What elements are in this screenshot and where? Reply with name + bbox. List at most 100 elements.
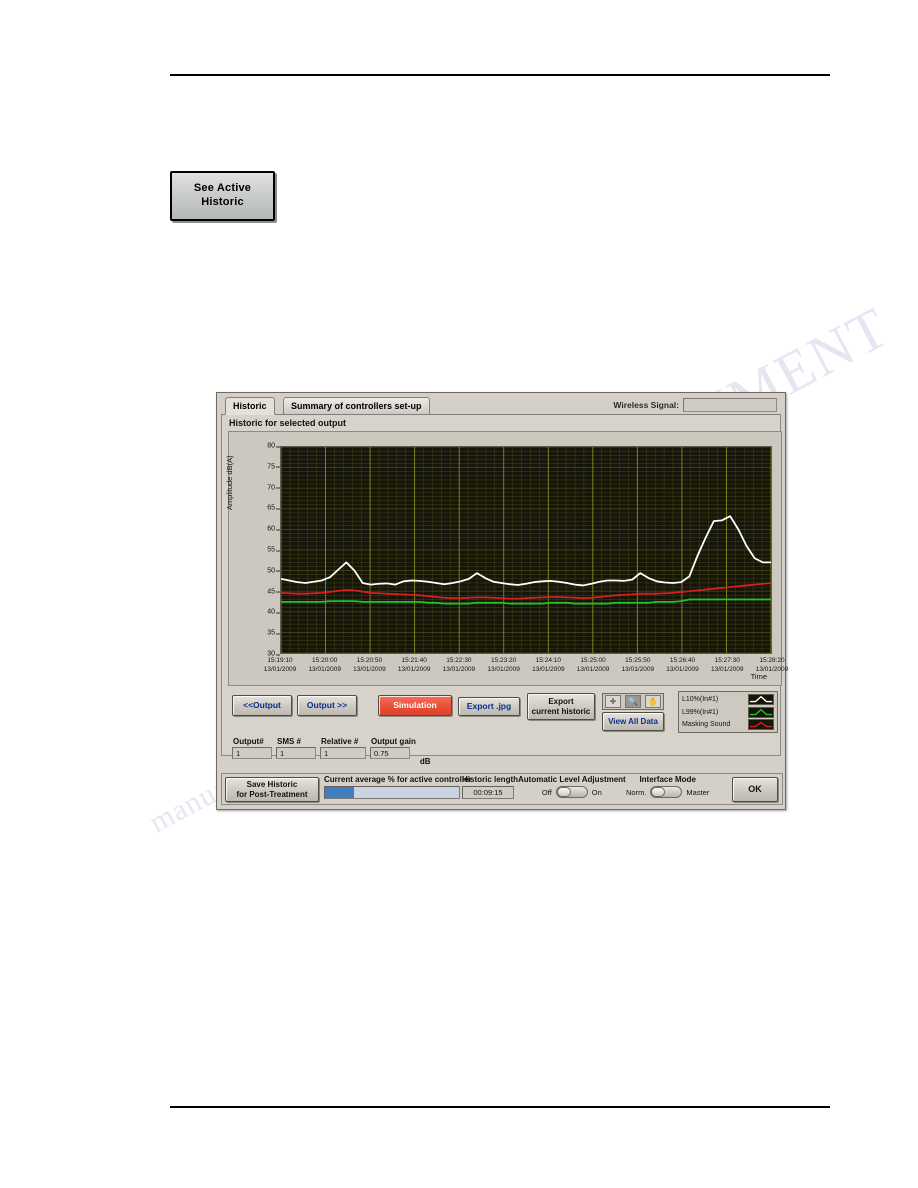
legend-swatch-l10 <box>748 694 774 705</box>
previous-output-button[interactable]: <<Output <box>232 695 292 716</box>
graph-caption: Historic for selected output <box>229 418 347 428</box>
see-active-historic-button[interactable]: See Active Historic <box>170 171 275 221</box>
x-axis-tick: 15:27:30 13/01/2009 <box>710 657 744 673</box>
zoom-tool-icon[interactable]: 🔍 <box>625 695 641 708</box>
y-axis-tick: 50 <box>267 567 280 575</box>
tab-historic-label: Historic <box>233 401 267 411</box>
y-axis-tick: 45 <box>267 588 280 596</box>
legend-row: L99%(In#1) <box>682 706 774 718</box>
tab-summary-of-controllers-setup[interactable]: Summary of controllers set-up <box>283 397 430 414</box>
field-value-relative-number[interactable]: 1 <box>320 747 366 759</box>
tab-historic[interactable]: Historic <box>225 397 275 415</box>
x-axis-tick: 15:25:00 13/01/2009 <box>576 657 610 673</box>
view-all-data-button[interactable]: View All Data <box>602 712 664 731</box>
ala-on-label: On <box>591 787 602 797</box>
historic-length-value: 00:09:15 <box>462 786 514 799</box>
series-line <box>281 598 771 605</box>
legend-label-l10: L10%(In#1) <box>682 696 719 703</box>
save-historic-button[interactable]: Save Historic for Post-Treatment <box>225 777 319 802</box>
x-axis-tick: 15:20:00 13/01/2009 <box>308 657 341 673</box>
field-label-relative-number: Relative # <box>321 737 359 746</box>
export-historic-line1: Export <box>548 696 574 706</box>
x-axis-tick: 15:22:30 13/01/2009 <box>442 657 476 673</box>
field-label-output-gain: Output gain <box>371 737 416 746</box>
x-axis-tick: 15:19:10 13/01/2009 <box>263 657 297 673</box>
export-jpg-button[interactable]: Export .jpg <box>458 697 520 716</box>
x-axis-ticks: 15:19:10 13/01/2009 15:20:00 13/01/2009 15:2… <box>264 657 789 679</box>
see-active-historic-line1: See Active <box>193 182 252 195</box>
save-historic-line2: for Post-Treatment <box>236 789 308 799</box>
automatic-level-adjustment-toggle-row: Off On <box>518 786 626 798</box>
x-axis-tick: 15:26:40 13/01/2009 <box>666 657 699 673</box>
x-axis-label: Time <box>750 672 767 681</box>
plot-area[interactable] <box>280 446 772 654</box>
interface-mode-toggle-row: Norm. Master <box>626 786 709 798</box>
interface-mode-master-label: Master <box>686 787 710 797</box>
save-historic-line1: Save Historic <box>246 779 298 789</box>
y-axis-label: Amplitude dB(A) <box>225 455 234 510</box>
graph-palette[interactable]: ✛ 🔍 ✋ <box>602 693 664 710</box>
historic-length-label: Historic length <box>462 775 519 784</box>
graph-legend[interactable]: L10%(In#1) L99%(In#1) Masking Sound <box>678 691 778 733</box>
pan-tool-icon[interactable]: ✋ <box>645 695 661 708</box>
historic-graph[interactable]: Amplitude dB(A) 80 75 70 65 60 55 50 45 40 35 30 1… <box>225 431 789 686</box>
simulation-button[interactable]: Simulation <box>378 695 452 716</box>
wireless-signal-indicator <box>683 398 777 412</box>
bottom-status-bar: Save Historic for Post-Treatment Current… <box>221 773 783 805</box>
legend-row: L10%(In#1) <box>682 694 774 705</box>
page-header-rule <box>170 74 830 76</box>
field-value-output-gain[interactable]: 0.75 <box>370 747 410 759</box>
current-average-progressbar <box>324 786 460 799</box>
ala-off-label: Off <box>541 787 552 797</box>
interface-mode-norm-label: Norm. <box>626 787 647 797</box>
current-average-fill <box>325 787 355 798</box>
toggle-knob <box>651 787 666 797</box>
y-axis-ticks: 80 75 70 65 60 55 50 45 40 35 30 <box>243 442 280 658</box>
x-axis-tick: 15:21:40 13/01/2009 <box>397 657 431 673</box>
wireless-signal-group: Wireless Signal: <box>613 398 777 412</box>
page-footer-rule <box>170 1106 830 1108</box>
cursor-tool-icon[interactable]: ✛ <box>605 695 621 708</box>
historic-length-group: Historic length 00:09:15 <box>462 775 518 799</box>
toggle-knob <box>556 787 571 797</box>
y-axis-tick: 80 <box>267 442 280 450</box>
field-label-sms-number: SMS # <box>277 737 302 746</box>
automatic-level-adjustment-group: Automatic Level Adjustment Off On <box>518 775 626 798</box>
field-output-number: Output# 1 <box>232 737 272 759</box>
field-value-sms-number[interactable]: 1 <box>276 747 316 759</box>
field-sms-number: SMS # 1 <box>276 737 316 759</box>
export-current-historic-button[interactable]: Export current historic <box>527 693 595 720</box>
field-unit-db: dB <box>419 757 431 766</box>
x-axis-tick: 15:24:10 13/01/2009 <box>532 657 565 673</box>
legend-row: Masking Sound <box>682 719 774 730</box>
current-average-label: Current average % for active controller <box>324 775 472 784</box>
wireless-signal-label: Wireless Signal: <box>613 400 679 410</box>
y-axis-tick: 65 <box>267 504 280 512</box>
tab-panel-historic: Historic for selected output Amplitude d… <box>221 415 789 766</box>
legend-swatch-l99 <box>748 706 774 718</box>
next-output-button[interactable]: Output >> <box>297 695 357 716</box>
current-average-group: Current average % for active controller <box>324 775 472 799</box>
numeric-field-row: Output# 1 SMS # 1 Relative # 1 Output ga… <box>232 737 431 767</box>
legend-swatch-masking-sound <box>748 719 774 730</box>
interface-mode-group: Interface Mode Norm. Master <box>626 775 709 798</box>
tab-strip: Historic Summary of controllers set-up W… <box>221 397 781 415</box>
y-axis-tick: 70 <box>267 484 280 492</box>
x-axis-tick: 15:20:50 13/01/2009 <box>353 657 386 673</box>
field-output-gain: Output gain 0.75 <box>370 737 416 759</box>
historic-vi-panel: Historic Summary of controllers set-up W… <box>216 392 789 810</box>
legend-label-masking-sound: Masking Sound <box>682 721 731 728</box>
ok-button[interactable]: OK <box>732 777 778 802</box>
y-axis-tick: 40 <box>267 608 280 616</box>
field-value-output-number[interactable]: 1 <box>232 747 272 759</box>
plot-canvas <box>281 447 771 653</box>
y-axis-tick: 60 <box>267 525 280 533</box>
tab-summary-label: Summary of controllers set-up <box>291 401 422 411</box>
field-label-output-number: Output# <box>233 737 264 746</box>
export-historic-line2: current historic <box>531 706 591 716</box>
field-relative-number: Relative # 1 <box>320 737 366 759</box>
interface-mode-toggle[interactable] <box>650 786 683 798</box>
x-axis-tick: 15:23:20 13/01/2009 <box>487 657 520 673</box>
automatic-level-adjustment-label: Automatic Level Adjustment <box>518 775 626 784</box>
automatic-level-adjustment-toggle[interactable] <box>555 786 588 798</box>
